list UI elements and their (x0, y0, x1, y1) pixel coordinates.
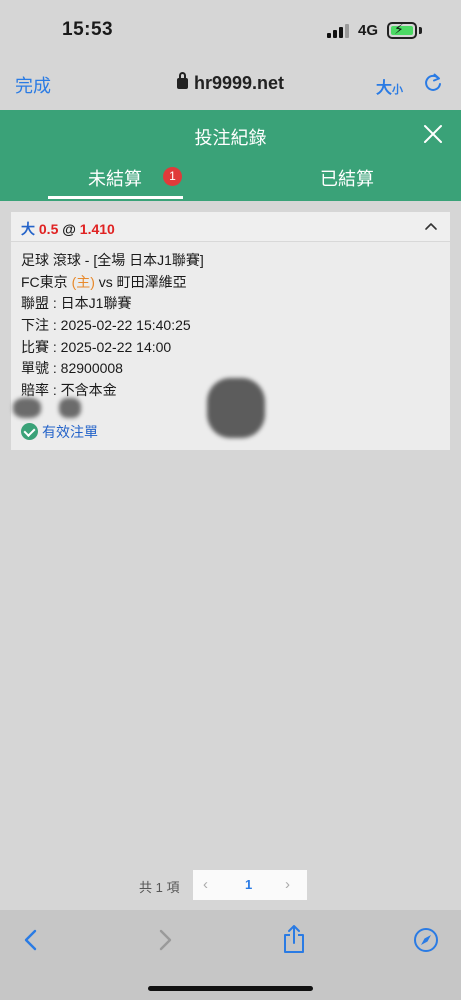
compass-icon[interactable] (413, 927, 439, 953)
bet-status-label: 有效注單 (42, 424, 98, 440)
redaction-smudge (13, 398, 41, 418)
home-tag: (主) (71, 274, 95, 290)
tab-unsettled[interactable]: 未結算 (88, 165, 142, 191)
url-text: hr9999.net (193, 73, 285, 93)
share-icon[interactable] (281, 924, 307, 954)
battery-tip (419, 27, 422, 34)
browser-address-bar: 完成 hr9999.net 大小 (0, 60, 461, 110)
match-time-line: 比賽 : 2025-02-22 14:00 (21, 339, 172, 355)
current-page[interactable]: 1 (245, 877, 252, 892)
active-tab-indicator (48, 196, 183, 199)
redaction-smudge (59, 398, 81, 418)
selection-name: 大 (21, 221, 35, 237)
reload-icon[interactable] (422, 72, 444, 94)
home-indicator (148, 986, 313, 991)
signal-icon (327, 24, 351, 38)
bet-record-card: 大 0.5 @ 1.410 足球 滾球 - [全場 日本J1聯賽] FC東京 (… (11, 212, 450, 450)
home-team: FC東京 (21, 274, 68, 290)
odds-type-line: 賠率 : 不含本金 (21, 382, 117, 398)
browser-toolbar (0, 910, 461, 1000)
bet-selection: 大 0.5 @ 1.410 (21, 219, 115, 239)
away-team: vs 町田澤維亞 (98, 274, 187, 290)
network-label: 4G (358, 22, 379, 39)
tab-settled[interactable]: 已結算 (320, 165, 374, 191)
bet-summary-row[interactable]: 大 0.5 @ 1.410 (11, 212, 450, 242)
redaction-smudge (207, 378, 265, 438)
lock-icon (176, 72, 188, 89)
prev-page-button[interactable]: ‹ (203, 876, 208, 893)
league-line: 聯盟 : 日本J1聯賽 (21, 295, 132, 311)
next-page-button[interactable]: › (285, 876, 290, 893)
pagination: ‹ 1 › (193, 870, 307, 900)
bet-status: 有效注單 (21, 422, 98, 442)
forward-arrow-icon[interactable] (156, 928, 174, 952)
sport-line: 足球 滾球 - [全場 日本J1聯賽] (21, 252, 204, 268)
clock: 15:53 (62, 19, 114, 40)
bet-time-line: 下注 : 2025-02-22 15:40:25 (21, 317, 191, 333)
text-size-button[interactable]: 大小 (376, 74, 403, 98)
text-size-big: 大 (376, 80, 393, 97)
unsettled-count-badge: 1 (163, 167, 182, 186)
back-arrow-icon[interactable] (22, 928, 40, 952)
handicap-line: 0.5 (38, 221, 59, 237)
pagination-total: 共 1 項 (139, 880, 180, 895)
match-teams: FC東京 (主) vs 町田澤維亞 (21, 272, 187, 292)
battery-icon: ⚡ (387, 21, 417, 39)
at-symbol: @ (62, 221, 76, 237)
chevron-up-icon[interactable] (424, 221, 438, 231)
ticket-number-line: 單號 : 82900008 (21, 360, 123, 376)
page-header: 投注紀錄 未結算 1 已結算 (0, 110, 461, 201)
bet-odds: 1.410 (79, 221, 115, 237)
text-size-small: 小 (392, 84, 404, 96)
status-bar: 15:53 4G ⚡ (0, 0, 461, 60)
close-icon[interactable] (422, 123, 444, 145)
check-circle-icon (21, 423, 38, 440)
page-title: 投注紀錄 (194, 128, 267, 148)
